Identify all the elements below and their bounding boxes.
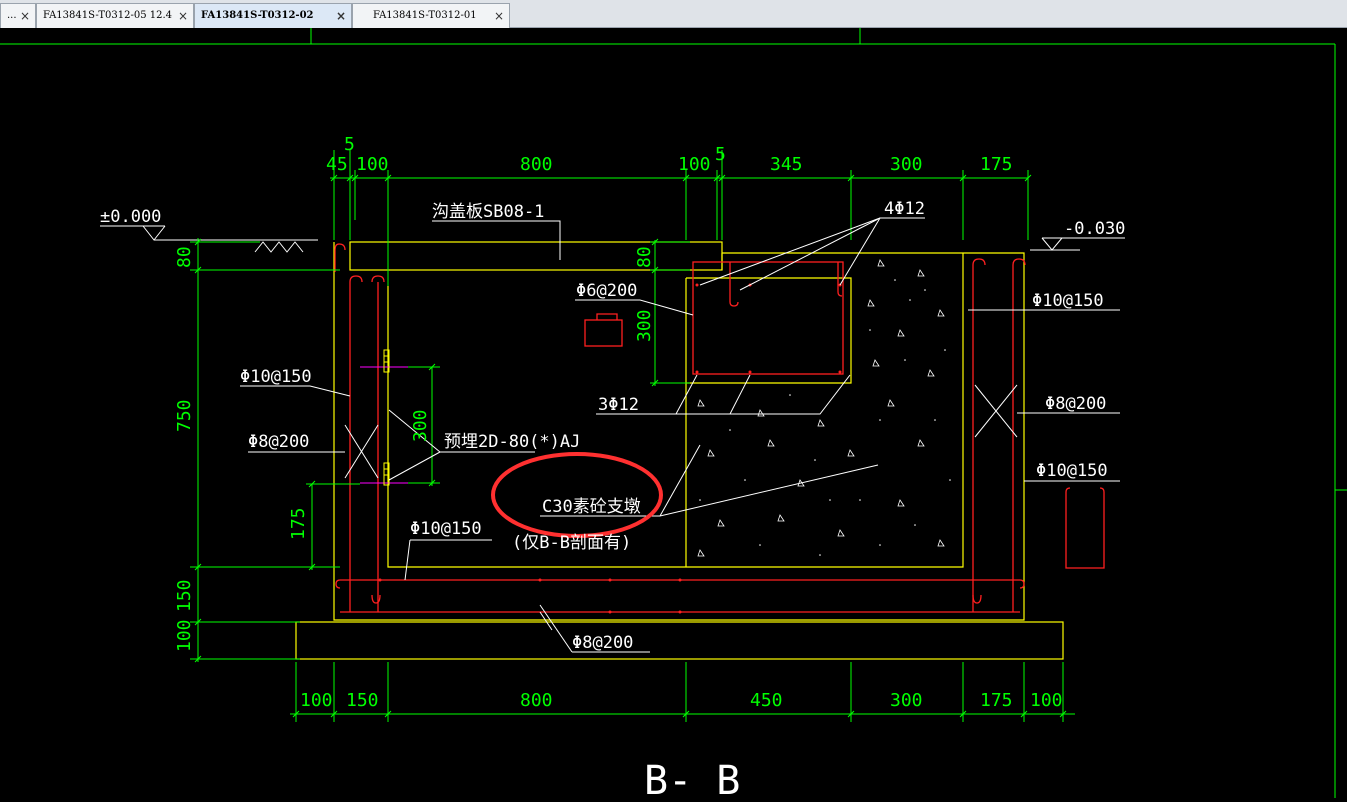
label-c30-note: (仅B-B剖面有) bbox=[512, 533, 631, 553]
tab-overflow[interactable]: ... × bbox=[0, 3, 36, 28]
dim-top-0: 45 bbox=[326, 154, 348, 175]
dim-left-3: 150 bbox=[174, 579, 195, 612]
dim-bottom-3: 450 bbox=[750, 690, 783, 711]
label-phi10-150-bottom: Φ10@150 bbox=[410, 519, 482, 539]
annotation-texts: ±0.000 -0.030 沟盖板SB08-1 4Φ12 Φ6@200 Φ10@… bbox=[100, 199, 1125, 802]
level-right: -0.030 bbox=[1064, 219, 1125, 239]
highlight-ellipse bbox=[491, 452, 663, 538]
label-embedded: 预埋2D-80(*)AJ bbox=[444, 432, 580, 452]
cover-slab bbox=[349, 241, 723, 271]
frame-lines bbox=[0, 28, 1347, 798]
dim-top-7: 300 bbox=[890, 154, 923, 175]
dim-left-2: 175 bbox=[288, 507, 309, 540]
tab-t0312-02[interactable]: FA13841S-T0312-02 × bbox=[194, 3, 352, 28]
dim-bottom-6: 100 bbox=[1030, 690, 1063, 711]
concrete-hatch bbox=[697, 259, 945, 557]
tab-label: FA13841S-T0312-05 12.4 bbox=[43, 10, 173, 21]
dim-left-1: 750 bbox=[174, 399, 195, 432]
embedded-part bbox=[360, 349, 408, 486]
dim-top-6: 345 bbox=[770, 154, 803, 175]
dim-inner-1: 300 bbox=[634, 309, 655, 342]
dim-top-4: 100 bbox=[678, 154, 711, 175]
rebars bbox=[334, 243, 1105, 613]
dim-inner-0: 80 bbox=[634, 246, 655, 268]
label-phi8-200-left: Φ8@200 bbox=[248, 432, 309, 452]
label-phi6-200: Φ6@200 bbox=[576, 281, 637, 301]
close-icon[interactable]: × bbox=[20, 4, 30, 28]
close-icon[interactable]: × bbox=[178, 4, 188, 28]
dimension-texts: 45 5 100 800 100 5 345 300 175 100 150 8… bbox=[174, 134, 1063, 711]
dim-bottom-5: 175 bbox=[980, 690, 1013, 711]
concrete-outline bbox=[295, 241, 1064, 660]
section-title: B- B bbox=[644, 758, 740, 798]
level-left: ±0.000 bbox=[100, 207, 161, 227]
tab-bar: ... × FA13841S-T0312-05 12.4 × FA13841S-T0… bbox=[0, 0, 1347, 28]
dim-top-3: 800 bbox=[520, 154, 553, 175]
label-4phi12: 4Φ12 bbox=[884, 199, 925, 219]
label-phi10-150-right-top: Φ10@150 bbox=[1032, 291, 1104, 311]
dim-left-4: 100 bbox=[174, 619, 195, 652]
dim-left-0: 80 bbox=[174, 246, 195, 268]
cad-canvas[interactable]: 45 5 100 800 100 5 345 300 175 100 150 8… bbox=[0, 28, 1347, 802]
dim-top-1: 5 bbox=[344, 134, 355, 155]
close-icon[interactable]: × bbox=[336, 4, 346, 28]
label-cover-slab: 沟盖板SB08-1 bbox=[432, 202, 544, 222]
tab-t0312-05[interactable]: FA13841S-T0312-05 12.4 × bbox=[36, 3, 194, 28]
tab-label: FA13841S-T0312-01 bbox=[373, 10, 477, 21]
tab-overflow-label: ... bbox=[7, 10, 17, 21]
label-3phi12: 3Φ12 bbox=[598, 395, 639, 415]
dim-top-2: 100 bbox=[356, 154, 389, 175]
dim-bottom-0: 100 bbox=[300, 690, 333, 711]
dim-bottom-1: 150 bbox=[346, 690, 379, 711]
label-phi10-150-left: Φ10@150 bbox=[240, 367, 312, 387]
ground-symbols bbox=[100, 225, 1125, 253]
dim-bottom-2: 800 bbox=[520, 690, 553, 711]
label-phi8-200-bottom: Φ8@200 bbox=[572, 633, 633, 653]
drawing-svg: 45 5 100 800 100 5 345 300 175 100 150 8… bbox=[0, 28, 1347, 802]
dim-bottom-4: 300 bbox=[890, 690, 923, 711]
dim-top-8: 175 bbox=[980, 154, 1013, 175]
concrete-dots bbox=[699, 279, 951, 556]
dim-inner-2: 300 bbox=[410, 409, 431, 442]
label-phi10-150-right-bottom: Φ10@150 bbox=[1036, 461, 1108, 481]
tab-label: FA13841S-T0312-02 bbox=[201, 10, 314, 21]
label-phi8-200-right: Φ8@200 bbox=[1045, 394, 1106, 414]
label-c30: C30素砼支墩 bbox=[542, 497, 641, 517]
footing-cushion bbox=[295, 621, 1064, 660]
tab-t0312-01[interactable]: FA13841S-T0312-01 × bbox=[352, 3, 510, 28]
dim-top-5: 5 bbox=[715, 144, 726, 165]
close-icon[interactable]: × bbox=[494, 4, 504, 28]
